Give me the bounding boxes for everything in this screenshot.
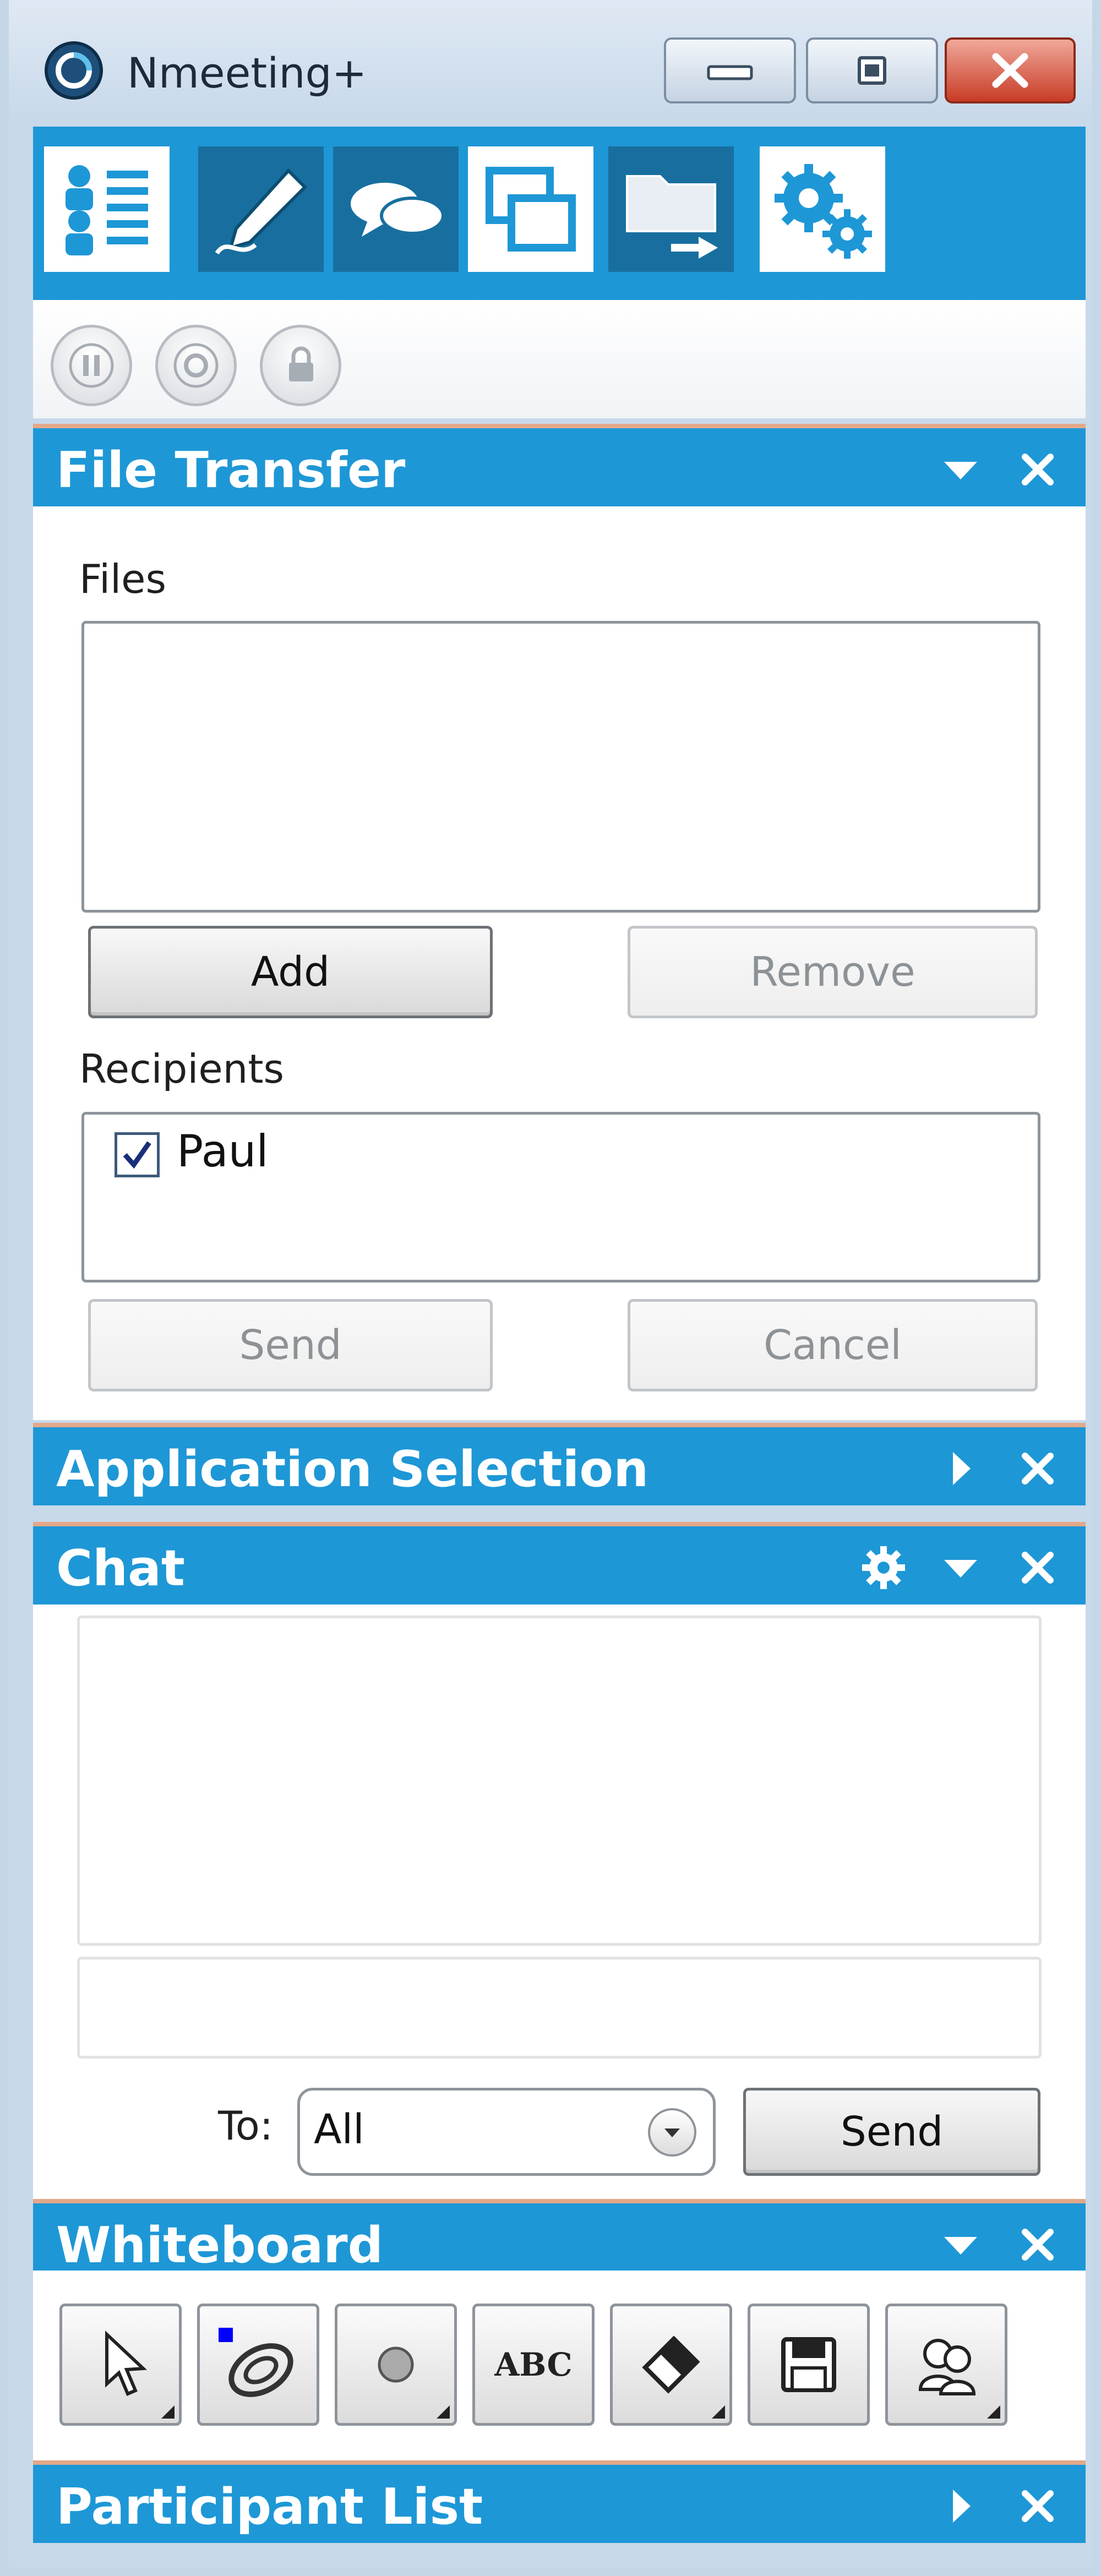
application-selection-title: Application Selection [56,1440,649,1498]
gears-icon [775,164,872,259]
toolbar-whiteboard-button[interactable] [198,146,324,272]
pointer-icon [105,2331,148,2396]
whiteboard-toolbar: ABC [33,2271,1086,2466]
file-transfer-header[interactable]: File Transfer [33,424,1086,506]
pointer-tool[interactable] [59,2304,182,2426]
file-transfer-panel: Files Add Remove Recipients Paul Send Ca… [33,506,1086,1420]
toolbar-application-sharing-button[interactable] [468,146,593,272]
chevron-down-icon[interactable] [936,2220,985,2269]
participant-list-title: Participant List [56,2478,483,2536]
pause-icon [69,343,114,388]
close-panel-icon[interactable] [1013,1444,1062,1493]
chat-recipient-select[interactable]: All [297,2088,716,2176]
chevron-right-icon[interactable] [936,2481,985,2531]
folder-transfer-icon [626,175,718,259]
chat-header[interactable]: Chat [33,1522,1086,1604]
chat-bubbles-icon [351,183,445,237]
chat-messages [77,1616,1042,1946]
pen-icon [219,2328,293,2397]
files-list[interactable] [81,621,1040,913]
dropdown-arrow-icon[interactable] [648,2108,696,2157]
text-tool[interactable]: ABC [472,2304,595,2426]
chevron-down-icon[interactable] [936,1543,985,1592]
recipients-list: Paul [81,1112,1040,1282]
minimize-icon [707,65,753,80]
application-selection-header[interactable]: Application Selection [33,1423,1086,1505]
window-title: Nmeeting+ [127,48,367,97]
add-file-button[interactable]: Add [88,926,493,1018]
checkmark-icon [123,1141,151,1169]
eraser-tool[interactable] [610,2304,732,2426]
lock-icon [289,346,313,381]
nmeeting-window: Nmeeting+ File Transfer Files Add Remove… [0,0,1101,2576]
maximize-button[interactable] [806,37,938,103]
meeting-controls [33,300,1086,418]
remove-file-button[interactable]: Remove [628,926,1038,1018]
shape-tool[interactable] [335,2304,457,2426]
lock-button[interactable] [260,325,341,406]
pause-button[interactable] [51,325,132,406]
chat-input[interactable] [77,1957,1042,2059]
toolbar-chat-button[interactable] [333,146,459,272]
pen-tool[interactable] [197,2304,319,2426]
chat-title: Chat [56,1540,185,1597]
close-panel-icon[interactable] [1013,2481,1062,2531]
minimize-button[interactable] [664,37,796,103]
close-panel-icon[interactable] [1013,445,1062,494]
title-bar[interactable]: Nmeeting+ [9,0,1092,127]
toolbar-settings-button[interactable] [760,146,885,272]
close-panel-icon[interactable] [1013,1543,1062,1592]
circle-icon [378,2346,414,2383]
stop-icon [173,343,219,388]
toolbar-file-transfer-button[interactable] [608,146,734,272]
sync-icon [918,2339,976,2395]
recipient-name: Paul [177,1126,269,1177]
main-toolbar [33,127,1086,300]
whiteboard-title: Whiteboard [56,2217,384,2274]
windows-icon [486,167,576,252]
close-button[interactable] [945,37,1076,103]
close-panel-icon[interactable] [1013,2220,1062,2269]
cancel-transfer-button[interactable]: Cancel [628,1299,1038,1391]
chevron-down-icon[interactable] [936,445,985,494]
participant-list-header[interactable]: Participant List [33,2460,1086,2543]
text-icon: ABC [494,2346,573,2383]
toolbar-participants-button[interactable] [44,146,170,272]
chat-recipient-value: All [314,2106,364,2153]
sync-tool[interactable] [885,2304,1007,2426]
participant-list-icon [66,165,148,255]
recipients-label: Recipients [79,1046,285,1092]
file-transfer-title: File Transfer [56,441,406,499]
chat-settings-gear-icon[interactable] [859,1543,908,1592]
eraser-icon [642,2335,700,2394]
pencil-icon [215,168,308,255]
files-label: Files [79,556,166,602]
stop-button[interactable] [155,325,237,406]
whiteboard-header[interactable]: Whiteboard [33,2199,1086,2282]
close-icon [992,53,1028,88]
nmeeting-logo-icon [43,40,105,101]
save-tool[interactable] [748,2304,870,2426]
chevron-right-icon[interactable] [936,1444,985,1493]
chat-send-button[interactable]: Send [743,2088,1040,2176]
save-icon [781,2337,836,2392]
send-file-button[interactable]: Send [88,1299,493,1391]
maximize-icon [858,56,886,85]
recipient-checkbox[interactable] [115,1132,160,1177]
chat-panel: To: All Send [33,1604,1086,2204]
chat-to-label: To: [218,2103,274,2149]
